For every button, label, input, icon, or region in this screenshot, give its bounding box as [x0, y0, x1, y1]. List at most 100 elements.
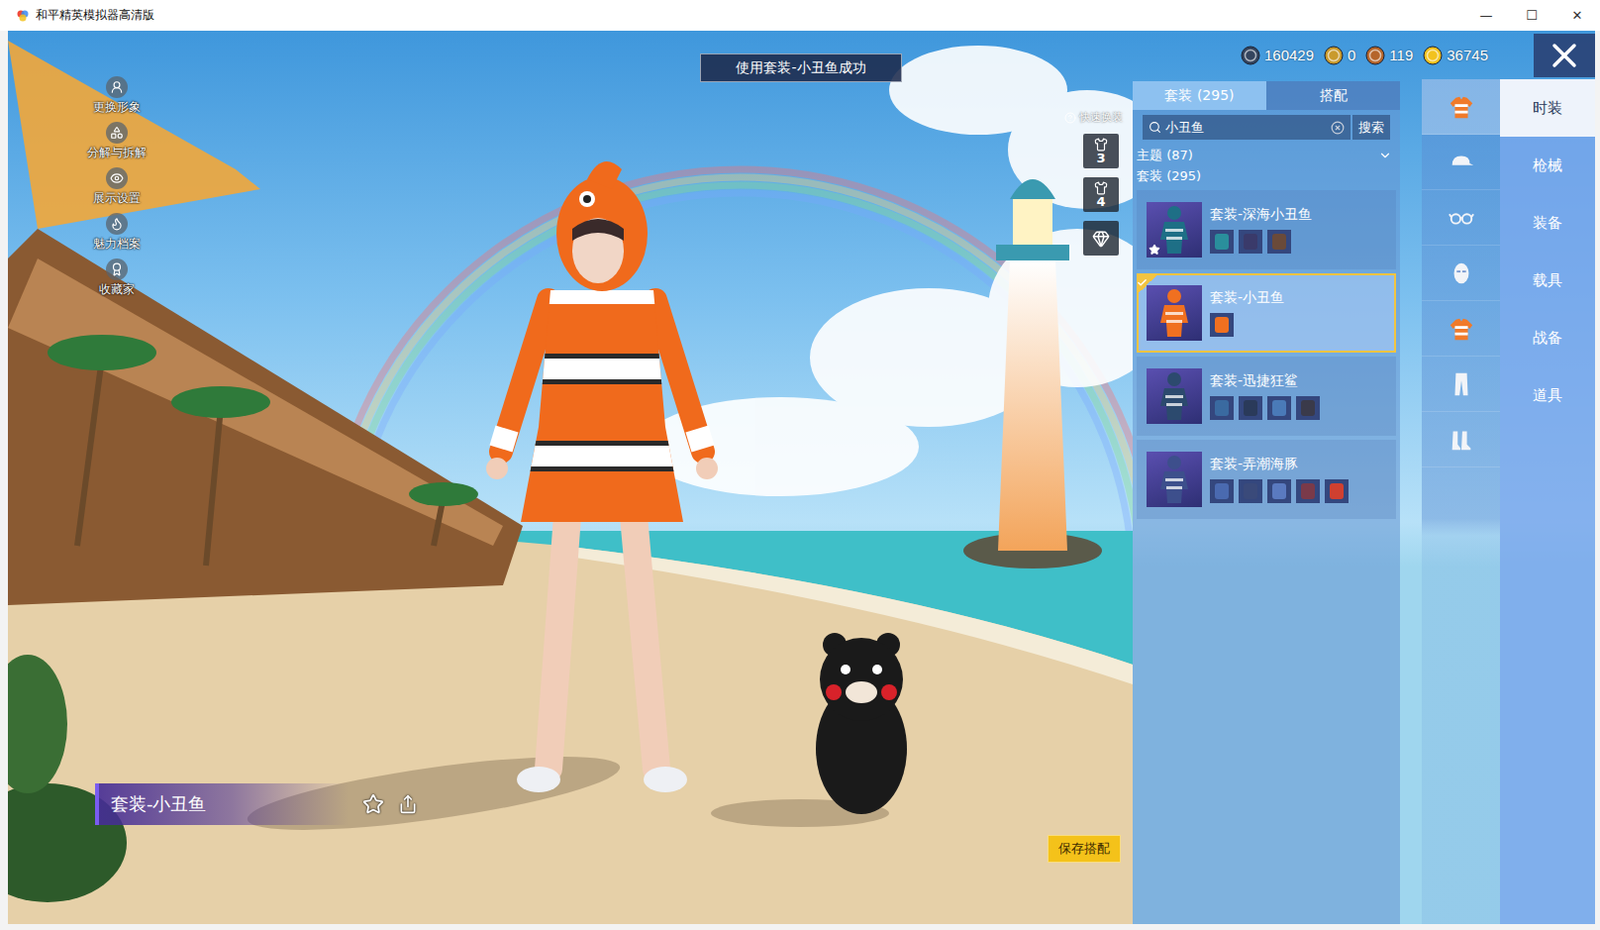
- panel-tabs: 套装 (295)搭配: [1132, 81, 1400, 110]
- part-icon: [1272, 400, 1287, 416]
- outfit-item[interactable]: 套装-弄潮海豚: [1136, 439, 1397, 519]
- favorite-badge: [1148, 243, 1161, 256]
- part-thumbnail: [1238, 229, 1263, 254]
- nav-tab[interactable]: 道具: [1500, 366, 1596, 424]
- outfit-thumbnail: [1146, 201, 1202, 258]
- game-screen: 更换形象分解与拆解展示设置魅力档案收藏家使用套装-小丑鱼成功快速换装34套装-小…: [7, 30, 1596, 924]
- section-label: 套装 (295): [1132, 166, 1400, 189]
- part-thumbnail: [1238, 396, 1263, 420]
- scene-view[interactable]: 更换形象分解与拆解展示设置魅力档案收藏家使用套装-小丑鱼成功快速换装34套装-小…: [7, 30, 1133, 924]
- currency: 0: [1323, 45, 1356, 66]
- nav-tab[interactable]: 时装: [1500, 79, 1596, 137]
- side-menu-label: 魅力档案: [93, 235, 141, 253]
- favorite-button[interactable]: [362, 793, 385, 815]
- search-row: 小丑鱼搜索: [1132, 109, 1400, 145]
- category-tab[interactable]: [1421, 356, 1500, 412]
- outfit-list: 套装-深海小丑鱼套装-小丑鱼套装-迅捷狂鲨套装-弄潮海豚: [1132, 188, 1400, 519]
- outfit-item-name: 套装-迅捷狂鲨: [1209, 372, 1320, 391]
- part-thumbnail: [1267, 396, 1292, 420]
- diamond-icon: [1092, 229, 1110, 248]
- part-icon: [1300, 483, 1315, 500]
- part-icon: [1300, 400, 1315, 416]
- side-menu-item[interactable]: 分解与拆解: [87, 121, 147, 164]
- outfit-thumbnail: [1146, 285, 1202, 341]
- coin-icon: [1365, 45, 1386, 66]
- premium-slot-button[interactable]: [1083, 220, 1119, 256]
- app-logo-icon: [15, 8, 30, 23]
- outfit-thumbnail: [1146, 368, 1202, 424]
- close-icon: [1551, 42, 1578, 69]
- outfit-slot-button[interactable]: 4: [1083, 177, 1119, 212]
- character-figure: [486, 161, 718, 793]
- part-thumbnail: [1209, 396, 1234, 420]
- part-icon: [1243, 400, 1258, 416]
- part-thumbnail: [1267, 229, 1292, 254]
- side-menu-item[interactable]: 魅力档案: [93, 212, 141, 255]
- outfit-item[interactable]: 套装-迅捷狂鲨: [1136, 356, 1397, 436]
- part-thumbnail: [1209, 312, 1234, 337]
- category-tab[interactable]: [1421, 411, 1500, 468]
- side-menu-item[interactable]: 更换形象: [93, 76, 141, 118]
- outfit-thumbnail-icon: [1150, 453, 1199, 505]
- window-control-button[interactable]: —: [1463, 0, 1509, 31]
- outfit-parts: [1209, 229, 1312, 254]
- outfit-info: 套装-小丑鱼: [1209, 289, 1285, 337]
- category-tab[interactable]: [1421, 134, 1500, 191]
- category-column: [1421, 79, 1500, 924]
- nav-column: 时装枪械装备载具战备道具: [1500, 79, 1596, 924]
- star-icon: [1148, 243, 1161, 256]
- nav-tab[interactable]: 装备: [1500, 194, 1596, 252]
- search-button[interactable]: 搜索: [1352, 114, 1391, 140]
- outfit-name-plate: 套装-小丑鱼: [95, 783, 432, 825]
- window-control-button[interactable]: ☐: [1508, 0, 1555, 31]
- panel-tab[interactable]: 套装 (295): [1132, 81, 1267, 110]
- part-icon: [1214, 483, 1229, 500]
- outfit-item[interactable]: 套装-深海小丑鱼: [1136, 190, 1397, 270]
- part-icon: [1243, 233, 1258, 250]
- save-button[interactable]: 保存搭配: [1047, 834, 1121, 863]
- window-title: 和平精英模拟器高清版: [35, 6, 1464, 24]
- search-field[interactable]: 小丑鱼: [1142, 114, 1351, 140]
- category-tab[interactable]: [1421, 79, 1500, 135]
- outfit-panel: 套装 (295)搭配小丑鱼搜索主题 (87)套装 (295)套装-深海小丑鱼套装…: [1132, 81, 1400, 924]
- side-menu-item[interactable]: 展示设置: [93, 167, 141, 209]
- share-icon: [398, 794, 418, 814]
- theme-filter[interactable]: 主题 (87): [1132, 144, 1400, 167]
- part-icon: [1272, 233, 1287, 250]
- star-icon: [362, 793, 385, 815]
- search-icon: [1148, 120, 1162, 134]
- hanger-icon: [1094, 137, 1108, 152]
- wardrobe-body: 套装 (295)搭配小丑鱼搜索主题 (87)套装 (295)套装-深海小丑鱼套装…: [1132, 79, 1596, 924]
- part-icon: [1243, 483, 1258, 500]
- side-menu-item[interactable]: 收藏家: [99, 258, 135, 300]
- outfit-slot-button[interactable]: 3: [1083, 133, 1119, 169]
- share-button[interactable]: [398, 794, 418, 814]
- side-menu-label: 更换形象: [93, 99, 141, 116]
- category-tab[interactable]: [1421, 300, 1500, 357]
- nav-tab[interactable]: 战备: [1500, 308, 1596, 367]
- mask-icon: [1447, 259, 1476, 288]
- hanger-icon: [1094, 181, 1108, 196]
- part-thumbnail: [1267, 479, 1292, 503]
- clear-icon[interactable]: [1330, 120, 1345, 135]
- dropdown-icon: [1378, 148, 1393, 163]
- quick-switch-label[interactable]: 快速换装: [1064, 109, 1123, 125]
- outfit-icon: [1447, 93, 1476, 121]
- outfit-thumbnail-icon: [1150, 370, 1199, 422]
- outfit-item-name: 套装-深海小丑鱼: [1209, 205, 1312, 224]
- shoes-icon: [1447, 425, 1476, 454]
- currency: 160429: [1240, 45, 1314, 66]
- outfit-icon: [1447, 314, 1476, 343]
- panel-tab[interactable]: 搭配: [1266, 81, 1400, 110]
- outfit-parts: [1209, 312, 1285, 337]
- glasses-icon: [1447, 203, 1476, 232]
- close-button[interactable]: [1533, 33, 1596, 78]
- category-tab[interactable]: [1421, 245, 1500, 301]
- window-control-button[interactable]: ✕: [1554, 0, 1600, 31]
- outfit-parts: [1209, 396, 1320, 420]
- category-tab[interactable]: [1421, 190, 1500, 246]
- outfit-item[interactable]: 套装-小丑鱼: [1136, 273, 1397, 353]
- nav-tab[interactable]: 枪械: [1500, 136, 1596, 195]
- outfit-item-name: 套装-小丑鱼: [1209, 289, 1285, 307]
- nav-tab[interactable]: 载具: [1500, 251, 1596, 309]
